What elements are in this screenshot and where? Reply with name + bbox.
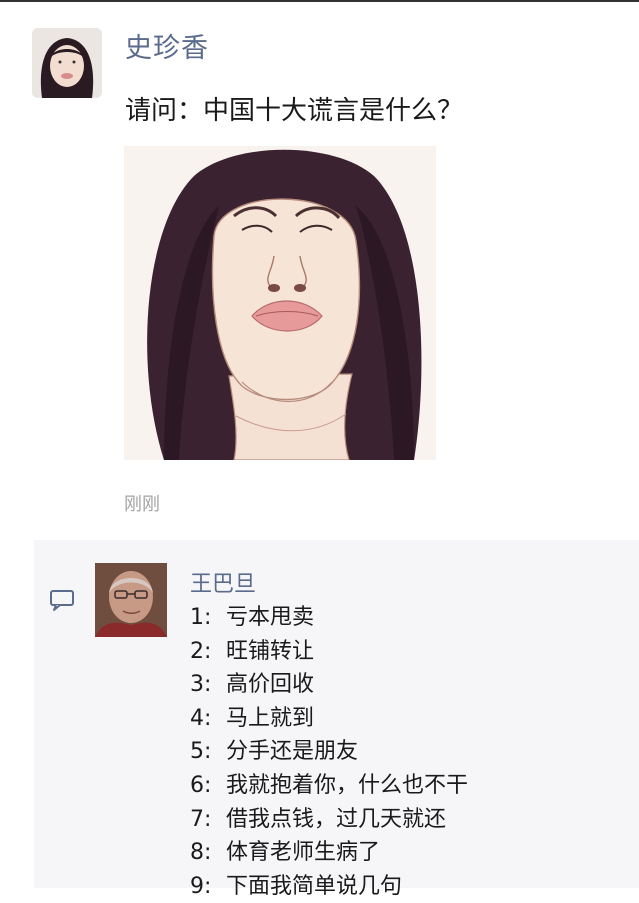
list-item: 3: 高价回收: [190, 672, 315, 698]
comment-bubble-icon[interactable]: [48, 588, 76, 612]
list-item: 9: 下面我简单说几句: [190, 873, 403, 899]
list-item: 8: 体育老师生病了: [190, 840, 381, 866]
commenter-name[interactable]: 王巴旦: [190, 566, 256, 598]
post-timestamp: 刚刚: [124, 494, 160, 515]
list-item: 5: 分手还是朋友: [190, 739, 359, 765]
post-image[interactable]: [124, 146, 436, 460]
post-text: 请问：中国十大谎言是什么？: [125, 96, 464, 126]
list-item: 2: 旺铺转让: [190, 638, 315, 664]
comment-list: 1: 亏本甩卖 2: 旺铺转让 3: 高价回收 4: 马上就到 5: 分手还是朋友 6: 我…: [190, 601, 468, 903]
commenter-avatar[interactable]: [95, 563, 167, 637]
list-item: 6: 我就抱着你，什么也不干: [190, 772, 469, 798]
list-item: 7: 借我点钱，过几天就还: [190, 806, 447, 832]
post-author-avatar[interactable]: [32, 28, 102, 98]
list-item: 1: 亏本甩卖: [190, 605, 315, 630]
post-author-name[interactable]: 史珍香: [125, 26, 209, 65]
top-divider: [0, 0, 639, 2]
list-item: 4: 马上就到: [190, 705, 315, 731]
